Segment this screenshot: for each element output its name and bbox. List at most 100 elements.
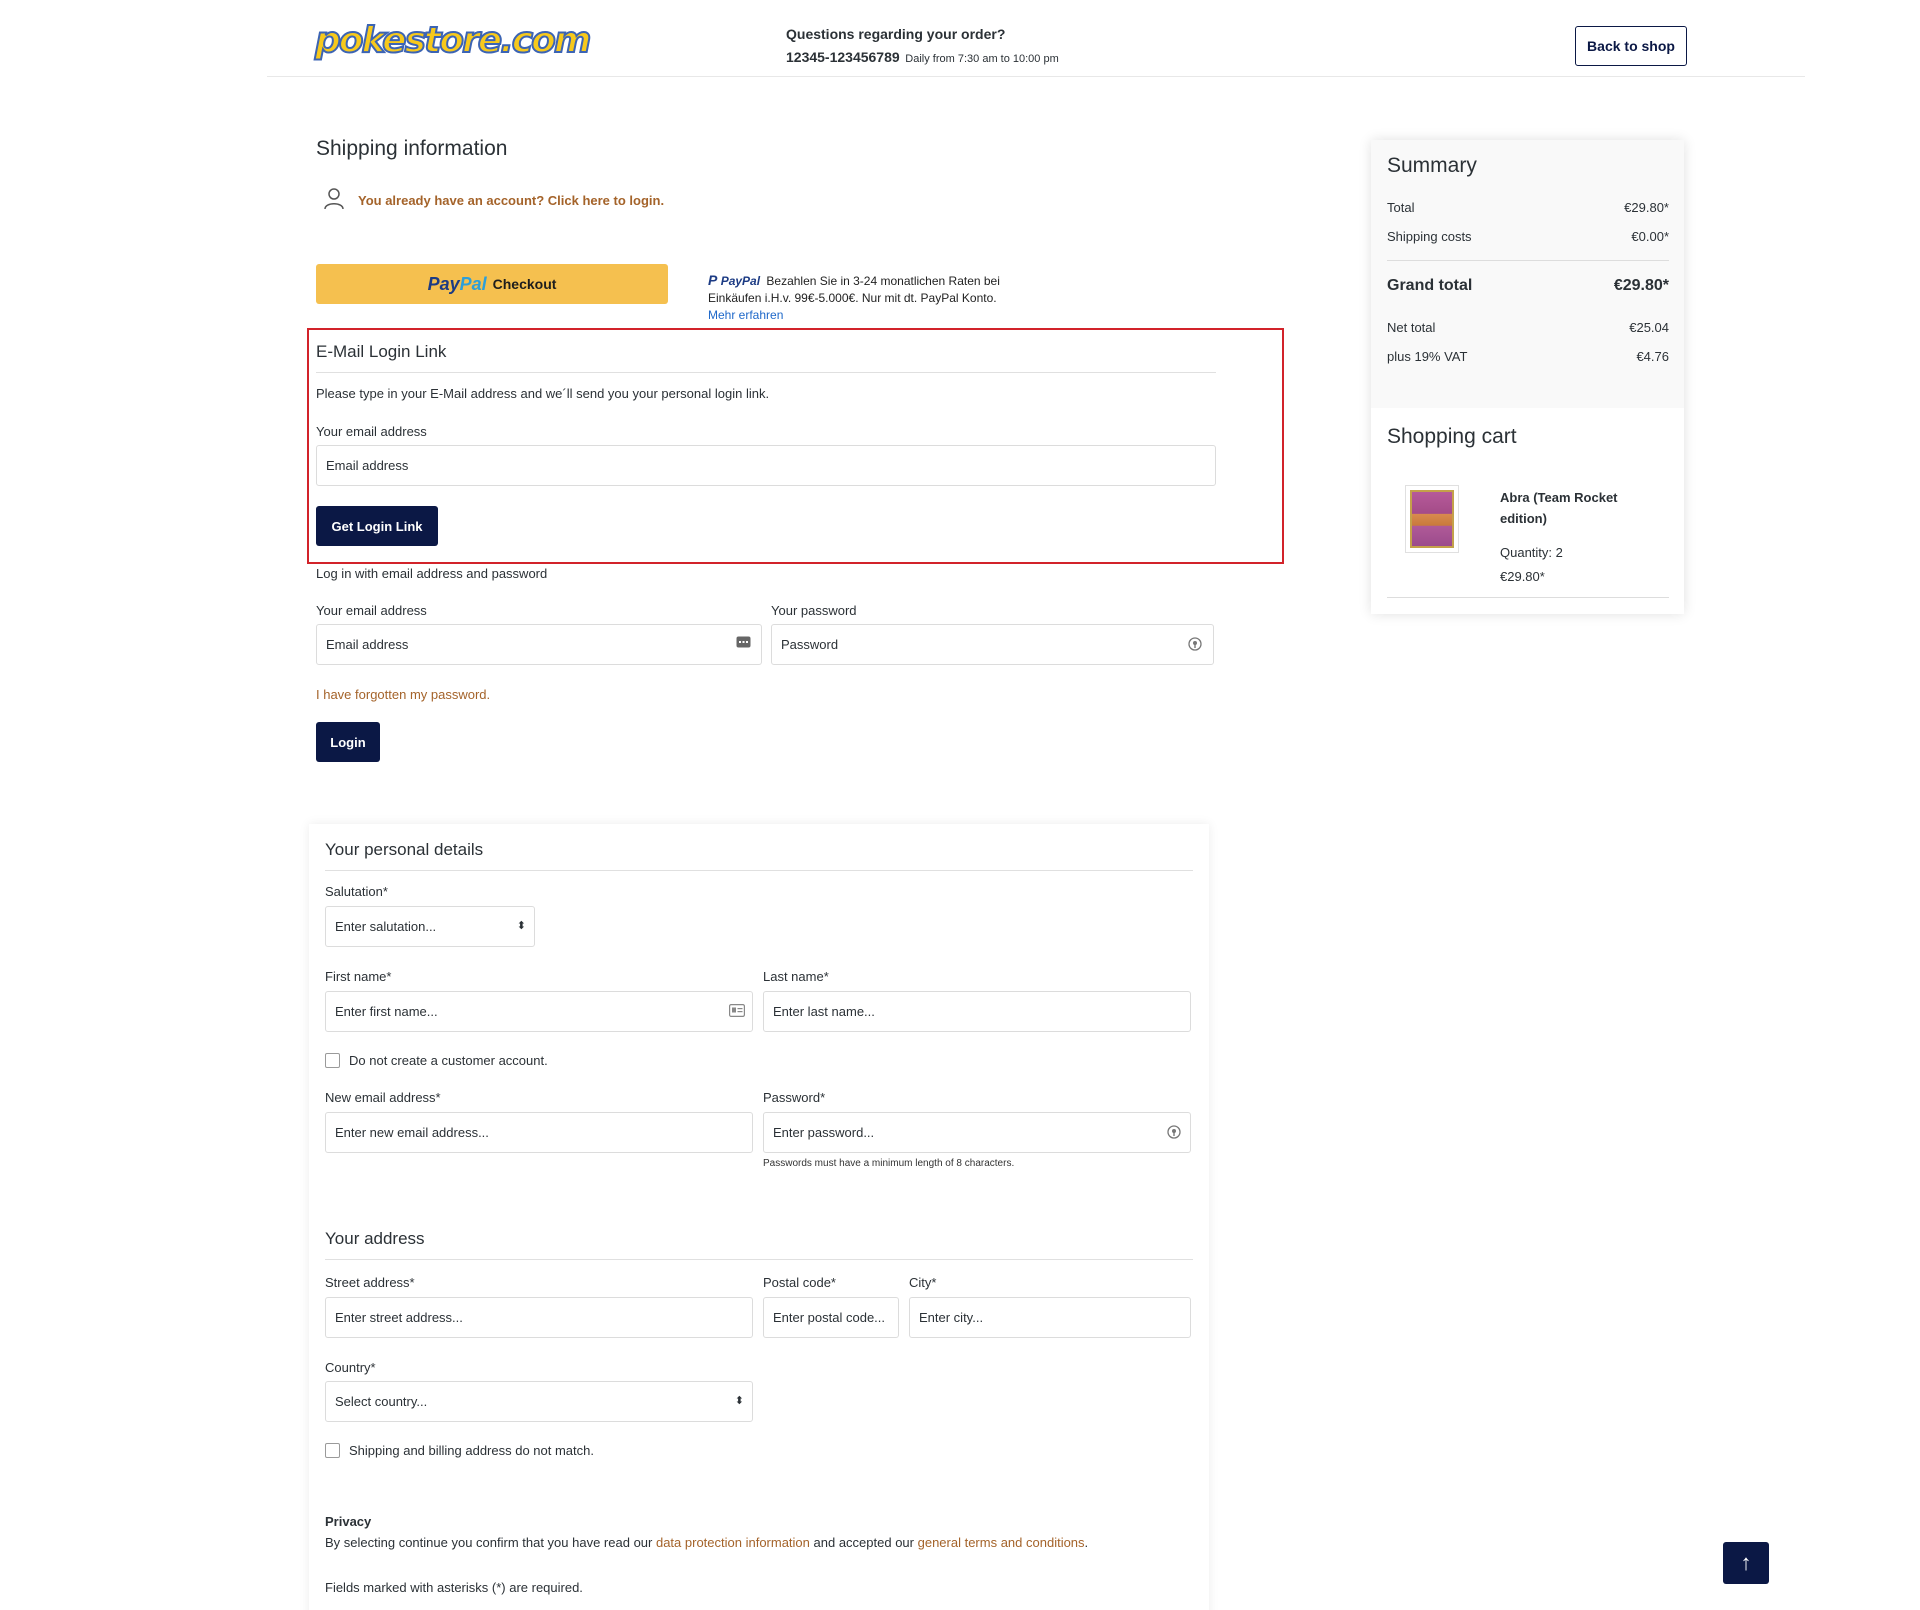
summary-shipping-row: Shipping costs €0.00*: [1387, 229, 1669, 244]
no-account-checkbox[interactable]: [325, 1053, 340, 1068]
support-question: Questions regarding your order?: [786, 26, 1006, 42]
summary-net-row: Net total €25.04: [1387, 320, 1669, 335]
summary-shipping-label: Shipping costs: [1387, 229, 1472, 244]
postal-code-input[interactable]: [763, 1297, 899, 1338]
summary-net-label: Net total: [1387, 320, 1436, 335]
select-arrows-icon: ⬍: [516, 920, 526, 932]
no-account-label: Do not create a customer account.: [349, 1053, 548, 1068]
salutation-value: Enter salutation...: [335, 919, 437, 934]
privacy-text-part: and accepted our: [809, 1535, 918, 1550]
summary-vat-row: plus 19% VAT €4.76: [1387, 349, 1669, 364]
support-contact: 12345-123456789 Daily from 7:30 am to 10…: [786, 49, 1059, 65]
login-button[interactable]: Login: [316, 722, 380, 762]
paypal-checkout-label: Checkout: [492, 276, 557, 292]
different-billing-label: Shipping and billing address do not matc…: [349, 1443, 594, 1458]
summary-title: Summary: [1387, 154, 1477, 177]
different-billing-option[interactable]: Shipping and billing address do not matc…: [325, 1443, 594, 1458]
no-account-option[interactable]: Do not create a customer account.: [325, 1053, 548, 1068]
paypal-info-logo: PayPal: [720, 274, 761, 288]
paypal-p-icon: P: [708, 272, 718, 288]
personal-details-title: Your personal details: [325, 840, 484, 859]
password-key-icon[interactable]: [1167, 1125, 1181, 1142]
login-link-email-input[interactable]: [316, 445, 1216, 486]
summary-shipping-value: €0.00*: [1631, 229, 1669, 244]
last-name-input[interactable]: [763, 991, 1191, 1032]
divider: [316, 372, 1216, 373]
login-email-input[interactable]: [316, 624, 762, 665]
paypal-logo-pay: Pay: [427, 273, 460, 294]
different-billing-checkbox[interactable]: [325, 1443, 340, 1458]
new-password-input[interactable]: [763, 1112, 1191, 1153]
salutation-select[interactable]: Enter salutation... ⬍: [325, 906, 535, 947]
paypal-logo-pal: Pal: [459, 273, 487, 294]
cart-item-quantity: Quantity: 2: [1500, 545, 1563, 560]
summary-net-value: €25.04: [1629, 320, 1669, 335]
city-label: City*: [909, 1275, 937, 1290]
required-fields-note: Fields marked with asterisks (*) are req…: [325, 1580, 583, 1595]
privacy-text-part: By selecting continue you confirm that y…: [325, 1535, 656, 1550]
summary-total-value: €29.80*: [1624, 200, 1669, 215]
email-login-title: E-Mail Login Link: [316, 342, 447, 361]
new-password-label: Password*: [763, 1090, 826, 1105]
shipping-title: Shipping information: [316, 137, 508, 160]
account-login-link[interactable]: You already have an account? Click here …: [358, 193, 664, 208]
scroll-to-top-button[interactable]: ↑: [1723, 1542, 1769, 1584]
street-label: Street address*: [325, 1275, 415, 1290]
street-input[interactable]: [325, 1297, 753, 1338]
account-login-row: You already have an account? Click here …: [324, 188, 664, 213]
salutation-label: Salutation*: [325, 884, 388, 899]
select-arrows-icon: ⬍: [734, 1395, 744, 1407]
country-select[interactable]: Select country... ⬍: [325, 1381, 753, 1422]
summary-grand-total-label: Grand total: [1387, 277, 1473, 294]
address-title: Your address: [325, 1229, 425, 1248]
new-email-input[interactable]: [325, 1112, 753, 1153]
user-icon: [324, 188, 344, 213]
first-name-label: First name*: [325, 969, 392, 984]
support-phone: 12345-123456789: [786, 49, 900, 65]
postal-code-label: Postal code*: [763, 1275, 836, 1290]
password-key-icon[interactable]: [1188, 637, 1202, 654]
login-password-input[interactable]: [771, 624, 1214, 665]
password-hint: Passwords must have a minimum length of …: [763, 1158, 1015, 1169]
summary-grand-total-value: €29.80*: [1613, 277, 1669, 294]
divider: [1387, 597, 1669, 598]
city-input[interactable]: [909, 1297, 1191, 1338]
paypal-checkout-button[interactable]: Pay Pal Checkout: [316, 264, 668, 304]
pokemon-card-image: [1410, 490, 1454, 548]
cart-item-price: €29.80*: [1500, 569, 1545, 584]
data-protection-link[interactable]: data protection information: [656, 1535, 810, 1550]
divider: [325, 1259, 1193, 1260]
privacy-text-part: .: [1084, 1535, 1089, 1550]
summary-panel: [1371, 140, 1684, 408]
first-name-input[interactable]: [325, 991, 753, 1032]
privacy-text: By selecting continue you confirm that y…: [325, 1535, 1088, 1550]
summary-vat-label: plus 19% VAT: [1387, 349, 1468, 364]
summary-vat-value: €4.76: [1636, 349, 1669, 364]
password-login-title: Log in with email address and password: [316, 566, 548, 581]
summary-total-row: Total €29.80*: [1387, 200, 1669, 215]
cart-item-name[interactable]: Abra (Team Rocket edition): [1500, 487, 1650, 529]
email-login-description: Please type in your E-Mail address and w…: [316, 386, 770, 401]
country-value: Select country...: [335, 1394, 428, 1409]
summary-grand-total-row: Grand total €29.80*: [1387, 277, 1669, 295]
paypal-more-link[interactable]: Mehr erfahren: [708, 307, 1038, 324]
contact-card-icon[interactable]: [729, 1004, 746, 1020]
store-logo[interactable]: pokestore.com: [314, 19, 592, 62]
login-link-email-label: Your email address: [316, 424, 427, 439]
terms-link[interactable]: general terms and conditions: [918, 1535, 1085, 1550]
shopping-cart-title: Shopping cart: [1387, 425, 1517, 448]
cart-item-image[interactable]: [1405, 485, 1459, 553]
back-to-shop-button[interactable]: Back to shop: [1575, 26, 1687, 66]
summary-total-label: Total: [1387, 200, 1415, 215]
login-password-label: Your password: [771, 603, 857, 618]
privacy-title: Privacy: [325, 1514, 372, 1529]
country-label: Country*: [325, 1360, 376, 1375]
page-header: pokestore.com Questions regarding your o…: [267, 0, 1805, 77]
autofill-card-icon[interactable]: [736, 636, 751, 651]
last-name-label: Last name*: [763, 969, 829, 984]
login-email-label: Your email address: [316, 603, 427, 618]
new-email-label: New email address*: [325, 1090, 441, 1105]
paypal-installments-info: P PayPal Bezahlen Sie in 3-24 monatliche…: [708, 272, 1038, 324]
get-login-link-button[interactable]: Get Login Link: [316, 506, 438, 546]
forgot-password-link[interactable]: I have forgotten my password.: [316, 687, 490, 702]
